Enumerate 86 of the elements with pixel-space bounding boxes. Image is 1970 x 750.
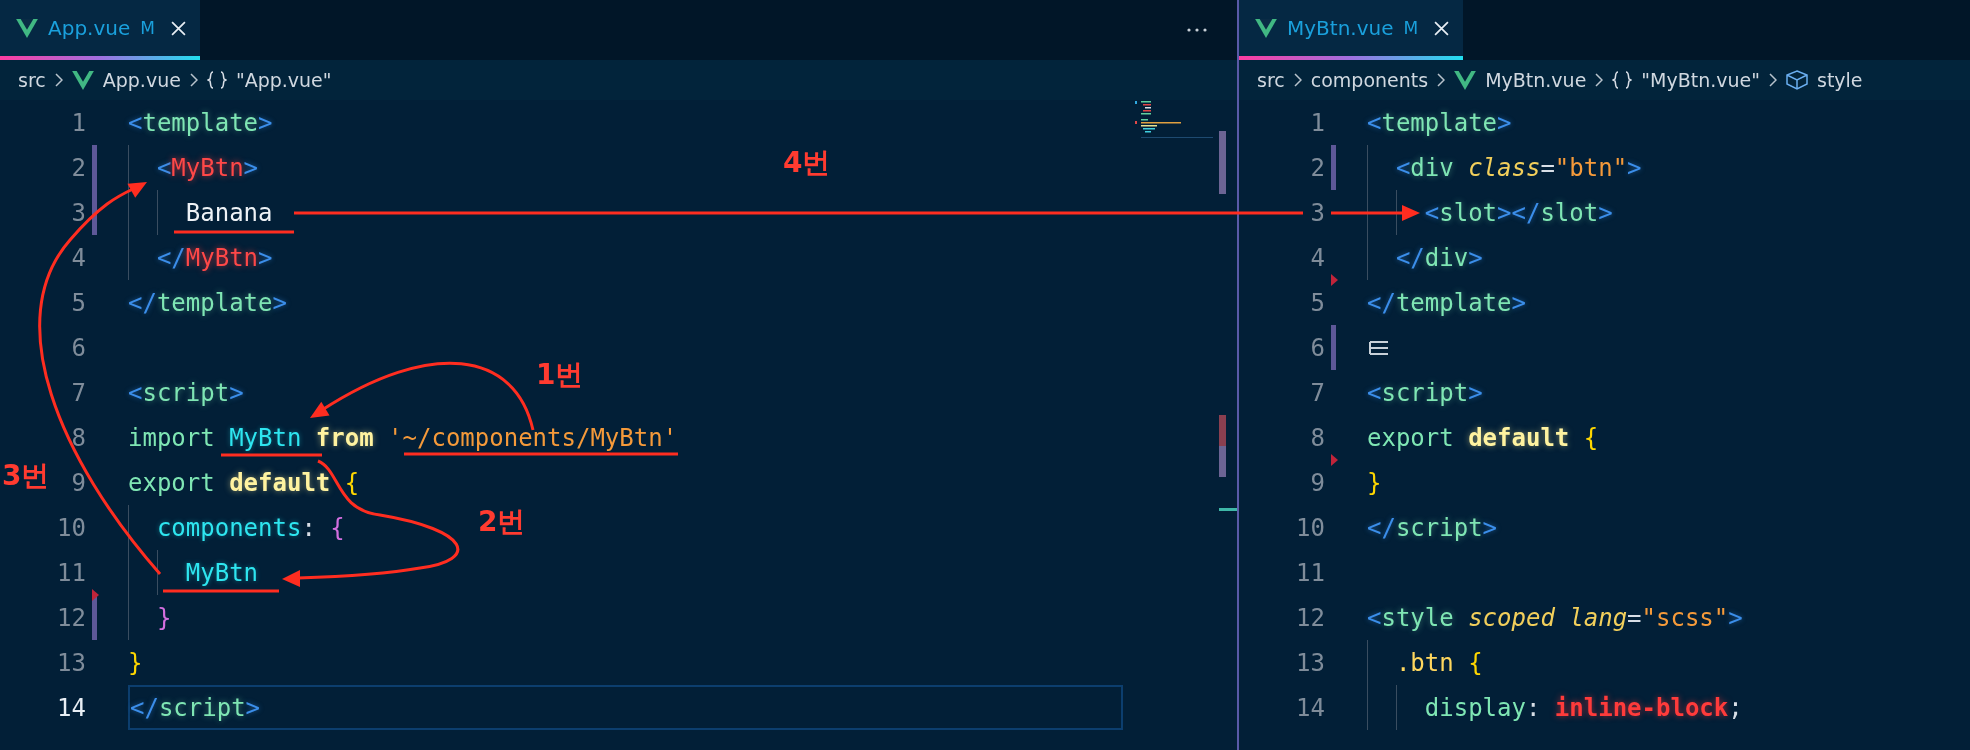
annotation-label: 4번 bbox=[783, 145, 831, 181]
chevron-icon bbox=[1769, 73, 1777, 87]
line-number: 6 bbox=[71, 333, 86, 362]
code-line: } bbox=[128, 649, 143, 676]
line-number: 11 bbox=[1296, 558, 1325, 587]
line-number: 2 bbox=[1310, 153, 1325, 182]
line-number: 6 bbox=[1310, 333, 1325, 362]
line-number: 8 bbox=[71, 423, 86, 452]
code-line: <template> bbox=[1367, 109, 1512, 136]
chevron-icon bbox=[1595, 73, 1604, 87]
code-line: <style scoped lang="scss"> bbox=[1367, 604, 1743, 631]
vue-logo-icon bbox=[1255, 18, 1277, 38]
code-line: import MyBtn from '~/components/MyBtn' bbox=[128, 424, 678, 451]
close-icon[interactable] bbox=[1434, 20, 1450, 36]
line-number: 13 bbox=[1296, 648, 1325, 677]
code-line: export default { bbox=[1367, 424, 1599, 451]
code-line: <script> bbox=[128, 379, 244, 406]
line-number: 12 bbox=[57, 603, 86, 632]
annotation-label: 3번 bbox=[2, 458, 50, 494]
line-number: 12 bbox=[1296, 603, 1325, 632]
line-number: 4 bbox=[71, 243, 86, 272]
close-icon[interactable] bbox=[170, 20, 186, 36]
code-line: <div class="btn"> bbox=[1395, 154, 1642, 181]
annotation-label: 2번 bbox=[478, 504, 526, 540]
code-line: Banana bbox=[185, 199, 273, 226]
braces-icon bbox=[1612, 71, 1633, 89]
chevron-icon bbox=[1293, 73, 1302, 87]
editor-tab[interactable]: MyBtn.vue M bbox=[1239, 0, 1464, 60]
chevron-icon bbox=[1437, 73, 1446, 87]
line-number: 4 bbox=[1310, 243, 1325, 272]
line-number: 1 bbox=[1310, 108, 1325, 137]
line-number: 2 bbox=[71, 153, 86, 182]
line-number: 5 bbox=[71, 288, 86, 317]
code-line: MyBtn bbox=[185, 559, 259, 586]
annotation-label: 1번 bbox=[536, 357, 584, 393]
code-line: export default { bbox=[128, 469, 360, 496]
code-line: </script> bbox=[1367, 514, 1498, 541]
breadcrumb-item[interactable]: MyBtn.vue bbox=[1485, 69, 1587, 91]
line-number: 13 bbox=[57, 648, 86, 677]
breadcrumb-item[interactable]: components bbox=[1310, 69, 1429, 91]
modified-label: M bbox=[140, 18, 155, 38]
chevron-icon bbox=[189, 73, 198, 87]
code-line: </script> bbox=[130, 694, 261, 721]
line-number: 3 bbox=[71, 198, 86, 227]
more-icon[interactable] bbox=[1187, 28, 1207, 32]
code-line: } bbox=[1367, 469, 1382, 496]
code-line: <slot></slot> bbox=[1424, 199, 1613, 226]
code-line: <script> bbox=[1367, 379, 1483, 406]
vue-logo-icon bbox=[16, 18, 38, 38]
line-number: 3 bbox=[1310, 198, 1325, 227]
breadcrumb-item[interactable]: "App.vue" bbox=[235, 69, 332, 91]
line-number: 7 bbox=[71, 378, 86, 407]
code-line: components: { bbox=[156, 514, 345, 541]
code-line: <MyBtn> bbox=[156, 154, 259, 181]
line-number: 10 bbox=[1296, 513, 1325, 542]
chevron-icon bbox=[54, 73, 63, 87]
code-line: <template> bbox=[128, 109, 273, 136]
code-line: .btn { bbox=[1395, 649, 1483, 676]
breadcrumb-item[interactable]: src bbox=[1257, 69, 1285, 91]
breadcrumb-item[interactable]: style bbox=[1817, 69, 1863, 91]
vue-logo-icon bbox=[1454, 70, 1477, 90]
lines-icon bbox=[1369, 339, 1389, 356]
line-number: 10 bbox=[57, 513, 86, 542]
line-number: 14 bbox=[1296, 693, 1325, 722]
line-number: 14 bbox=[57, 693, 86, 722]
line-number: 9 bbox=[71, 468, 86, 497]
line-number: 5 bbox=[1310, 288, 1325, 317]
line-number: 11 bbox=[57, 558, 86, 587]
code-line: </MyBtn> bbox=[156, 244, 273, 271]
code-line: </div> bbox=[1395, 244, 1483, 271]
line-number: 8 bbox=[1310, 423, 1325, 452]
breadcrumb-item[interactable]: "MyBtn.vue" bbox=[1641, 69, 1760, 91]
code-line: </template> bbox=[1367, 289, 1526, 316]
modified-label: M bbox=[1403, 18, 1419, 38]
code-line: } bbox=[156, 604, 172, 631]
code-line: </template> bbox=[128, 289, 287, 316]
code-line: display: inline-block; bbox=[1424, 694, 1743, 721]
line-number: 9 bbox=[1310, 468, 1325, 497]
braces-icon bbox=[206, 71, 227, 89]
breadcrumb-item[interactable]: src bbox=[18, 69, 46, 91]
breadcrumb-item[interactable]: App.vue bbox=[102, 69, 181, 91]
cube-icon bbox=[1786, 70, 1808, 90]
line-number: 7 bbox=[1310, 378, 1325, 407]
line-number: 1 bbox=[71, 108, 86, 137]
vue-logo-icon bbox=[71, 70, 94, 90]
editor-tab[interactable]: App.vue M bbox=[0, 0, 200, 60]
